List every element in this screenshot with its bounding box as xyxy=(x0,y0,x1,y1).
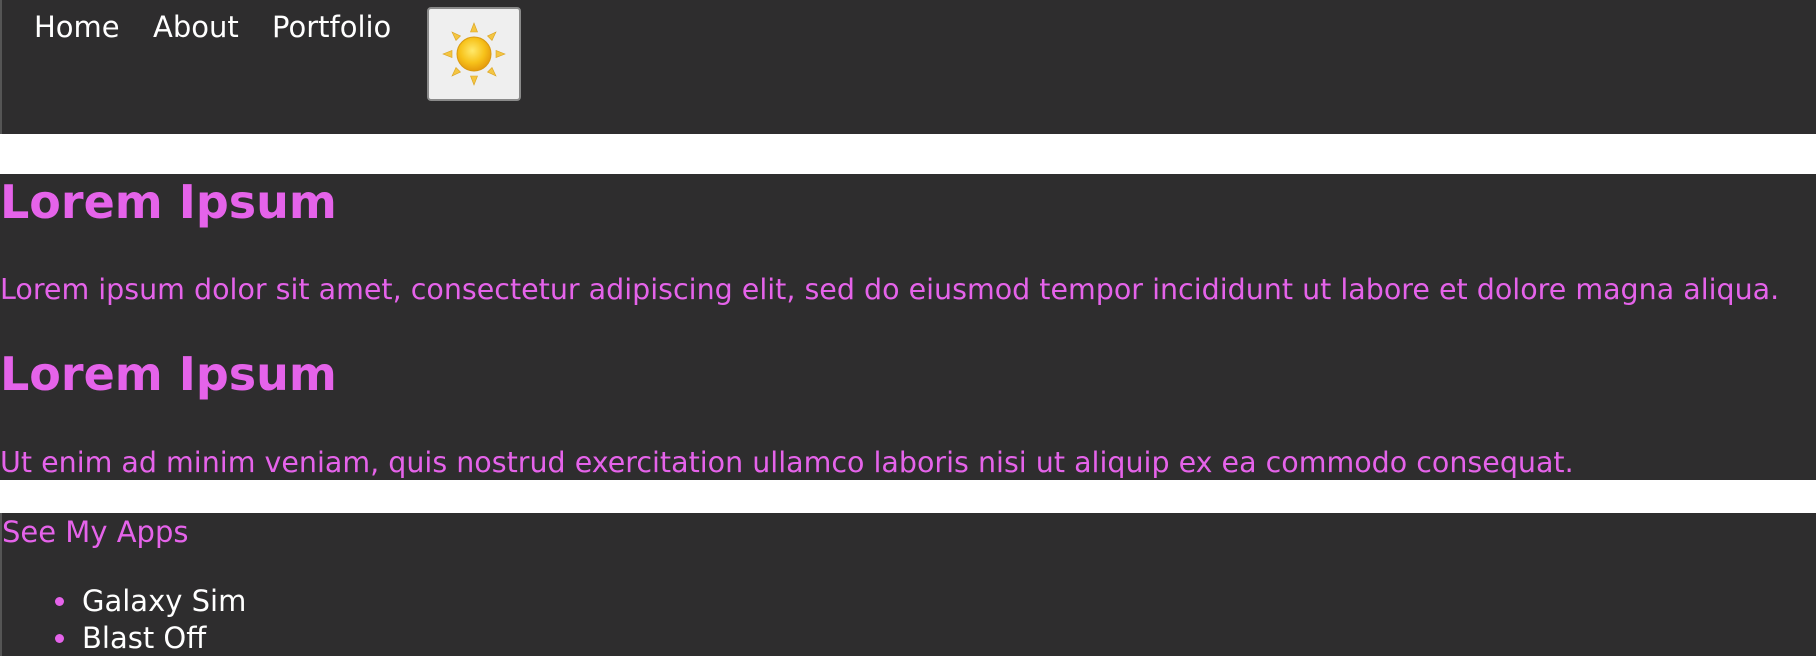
section-paragraph: Ut enim ad minim veniam, quis nostrud ex… xyxy=(0,446,1574,479)
top-nav: Home About Portfolio xyxy=(0,0,1816,134)
apps-section: See My Apps Galaxy Sim Blast Off xyxy=(0,513,1816,656)
nav-link-about[interactable]: About xyxy=(153,9,239,45)
sun-icon xyxy=(442,22,506,86)
app-label: Galaxy Sim xyxy=(82,584,247,618)
nav-link-portfolio[interactable]: Portfolio xyxy=(272,9,391,45)
nav-link-home[interactable]: Home xyxy=(34,9,120,45)
see-my-apps-toggle[interactable]: See My Apps xyxy=(2,513,188,551)
list-item[interactable]: Blast Off xyxy=(2,620,246,657)
section-heading: Lorem Ipsum xyxy=(0,175,337,229)
bullet-icon xyxy=(55,597,64,606)
app-label: Blast Off xyxy=(82,621,207,655)
section-heading: Lorem Ipsum xyxy=(0,347,337,401)
bullet-icon xyxy=(55,634,64,643)
theme-toggle-button[interactable] xyxy=(427,7,521,101)
list-item[interactable]: Galaxy Sim xyxy=(2,583,246,620)
section-paragraph: Lorem ipsum dolor sit amet, consectetur … xyxy=(0,273,1780,306)
apps-list: Galaxy Sim Blast Off xyxy=(2,583,246,657)
main-content: Lorem Ipsum Lorem ipsum dolor sit amet, … xyxy=(0,174,1816,480)
